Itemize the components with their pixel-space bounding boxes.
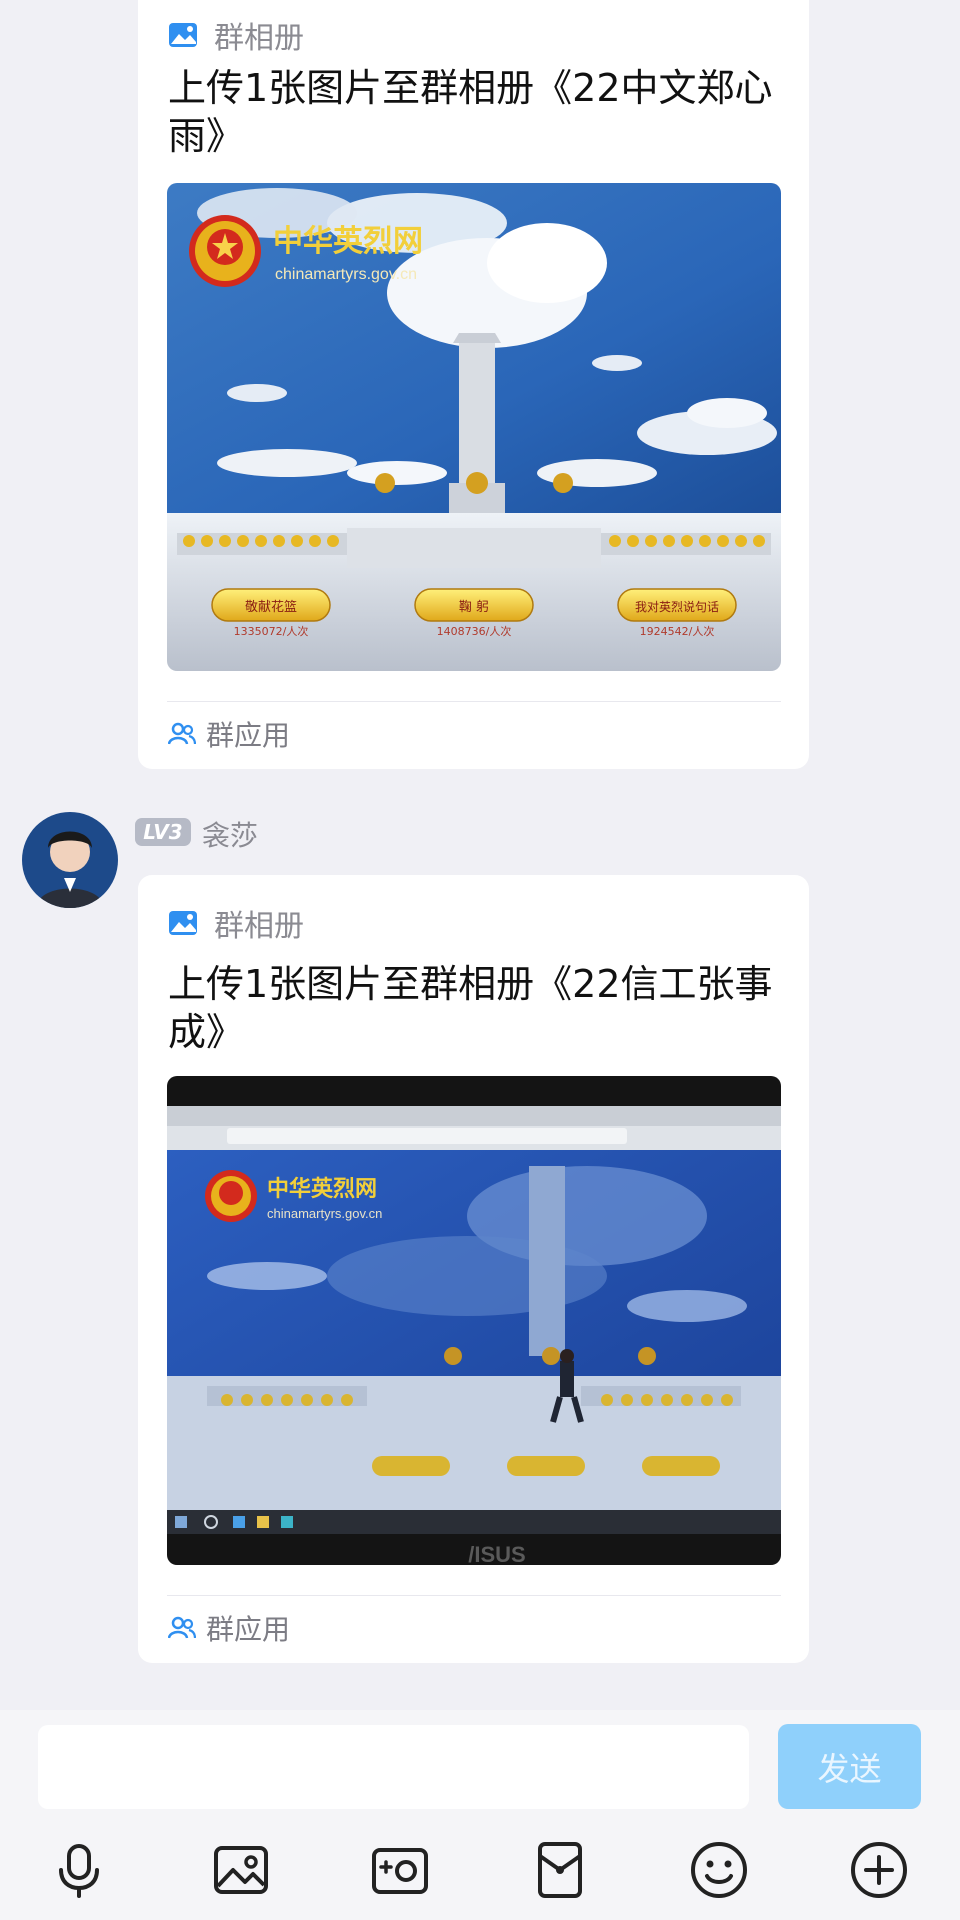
card-title: 上传1张图片至群相册《22中文郑心雨》 — [168, 66, 773, 158]
laptop-brand: /ISUS — [468, 1542, 525, 1565]
group-app-icon — [168, 722, 196, 745]
card-type-label: 群相册 — [214, 21, 304, 56]
group-album-icon — [169, 911, 197, 935]
microphone-icon[interactable] — [47, 1838, 111, 1902]
photo-button-label: 敬献花篮 — [245, 599, 297, 615]
card-type-label: 群相册 — [214, 909, 304, 944]
shared-photo[interactable]: 中华英烈网 chinamartyrs.gov.cn 敬献花篮 鞠 躬 我对英烈说… — [167, 183, 781, 671]
send-button[interactable]: 发送 — [778, 1724, 921, 1809]
card-footer[interactable]: 群应用 — [168, 714, 290, 754]
photo-button-label: 鞠 躬 — [459, 599, 489, 615]
message-input[interactable] — [38, 1725, 749, 1809]
chat-input-bar: 发送 — [0, 1710, 960, 1920]
sender-avatar[interactable] — [22, 812, 118, 908]
photo-laptop-screen: 中华英烈网 chinamartyrs.gov.cn /ISUS — [167, 1076, 781, 1565]
image-icon[interactable] — [209, 1838, 273, 1902]
card-divider — [167, 1595, 781, 1596]
card-header: 群相册 — [168, 13, 304, 57]
plus-icon[interactable] — [847, 1838, 911, 1902]
card-header: 群相册 — [168, 901, 304, 945]
card-footer-label: 群应用 — [206, 719, 291, 752]
photo-logo-url: chinamartyrs.gov.cn — [275, 266, 417, 283]
photo-button-count: 1408736/人次 — [437, 624, 512, 638]
sender-name[interactable]: 衾莎 — [202, 814, 258, 854]
photo-logo-name: 中华英烈网 — [267, 1176, 377, 1202]
avatar-image — [22, 812, 118, 908]
group-app-icon — [168, 1616, 196, 1639]
card-footer-label: 群应用 — [206, 1613, 291, 1646]
card-title: 上传1张图片至群相册《22信工张事成》 — [168, 962, 773, 1054]
photo-button-label: 我对英烈说句话 — [635, 599, 719, 614]
card-footer[interactable]: 群应用 — [168, 1608, 290, 1648]
shared-photo[interactable]: 中华英烈网 chinamartyrs.gov.cn /ISUS — [167, 1076, 781, 1565]
album-share-card[interactable]: 群相册 上传1张图片至群相册《22中文郑心雨》 中华英烈网 chinamarty… — [138, 0, 809, 769]
album-share-card[interactable]: 群相册 上传1张图片至群相册《22信工张事成》 中华英烈网 chinamarty… — [138, 875, 809, 1663]
group-album-icon — [169, 23, 197, 47]
level-badge: LV3 — [135, 818, 191, 846]
card-divider — [167, 701, 781, 702]
emoji-icon[interactable] — [687, 1838, 751, 1902]
photo-button-count: 1924542/人次 — [640, 624, 715, 638]
camera-icon[interactable] — [368, 1838, 432, 1902]
red-packet-icon[interactable] — [528, 1838, 592, 1902]
photo-logo-name: 中华英烈网 — [273, 224, 423, 259]
photo-martyrs-site: 中华英烈网 chinamartyrs.gov.cn 敬献花篮 鞠 躬 我对英烈说… — [167, 183, 781, 671]
photo-button-count: 1335072/人次 — [234, 624, 309, 638]
photo-logo-url: chinamartyrs.gov.cn — [267, 1206, 382, 1221]
